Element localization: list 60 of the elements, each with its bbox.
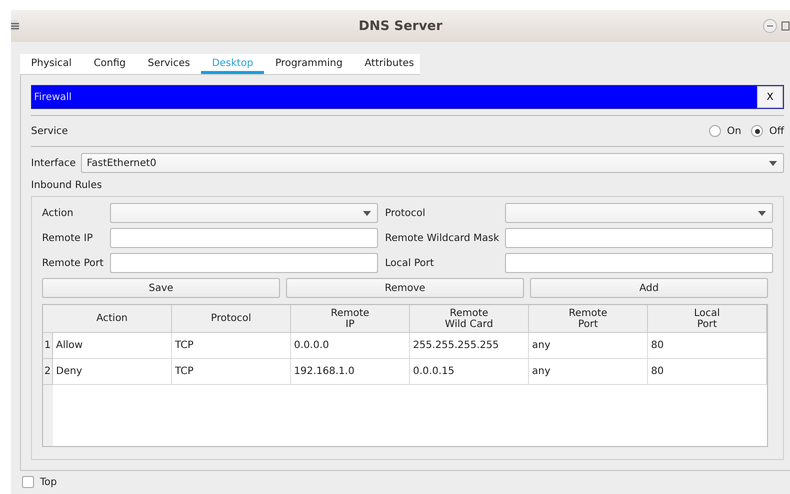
checkbox-label[interactable]: Top — [40, 476, 57, 488]
table-cell: Deny — [53, 359, 172, 385]
dropdown[interactable] — [110, 203, 378, 223]
column-header: Action — [53, 305, 172, 333]
radio-label[interactable]: On — [727, 126, 742, 136]
table-cell: Allow — [53, 333, 172, 359]
caret-icon — [758, 210, 766, 216]
table-cell: any — [529, 333, 648, 359]
caret-icon — [769, 160, 777, 166]
header-corner — [43, 305, 53, 333]
caret-icon — [363, 210, 371, 216]
window-controls-icon[interactable] — [762, 19, 790, 33]
radio-button[interactable] — [709, 125, 722, 137]
table-cell: any — [529, 359, 648, 385]
column-header: Remote IP — [291, 305, 410, 333]
input-field[interactable] — [505, 228, 773, 248]
dropdown[interactable] — [505, 203, 773, 223]
input-field[interactable] — [505, 253, 773, 273]
field-label: Remote Port — [42, 258, 105, 268]
table-cell: 0.0.0.0 — [291, 333, 410, 359]
field-label: Action — [42, 208, 74, 218]
table-cell: 192.168.1.0 — [291, 359, 410, 385]
section-label: Inbound Rules — [31, 180, 103, 191]
tab[interactable]: Programming — [264, 54, 354, 74]
field-label: Remote IP — [42, 232, 94, 244]
row-number: 1 — [43, 333, 53, 359]
column-header: Remote Port — [529, 305, 648, 333]
column-header: Remote Wild Card — [410, 305, 529, 333]
input-field[interactable] — [110, 253, 378, 273]
window-title: DNS Server — [358, 18, 442, 34]
app-title: Firewall — [33, 92, 72, 102]
tab[interactable]: Attributes — [354, 54, 425, 74]
table-cell: 255.255.255.255 — [410, 333, 529, 359]
row-header-strip — [43, 385, 53, 446]
interface-dropdown[interactable]: FastEthernet0 — [80, 153, 784, 173]
table-cell: TCP — [172, 333, 291, 359]
column-header: Protocol — [172, 305, 291, 333]
close-button[interactable]: X — [757, 86, 783, 108]
radio-button[interactable] — [751, 125, 764, 137]
table-cell: 80 — [648, 333, 767, 359]
action-button[interactable]: Save — [42, 278, 280, 298]
column-header: Local Port — [648, 305, 767, 333]
action-button[interactable]: Add — [530, 278, 768, 298]
checkbox[interactable] — [22, 476, 34, 488]
tab[interactable]: Config — [82, 54, 137, 74]
tab[interactable]: Physical — [20, 54, 83, 74]
action-button[interactable]: Remove — [286, 278, 524, 298]
interface-label: Interface — [31, 158, 76, 168]
row-number: 2 — [43, 359, 53, 385]
menu-icon[interactable] — [11, 20, 23, 32]
field-label: Local Port — [384, 258, 435, 268]
service-label: Service — [31, 126, 68, 136]
input-field[interactable] — [110, 228, 378, 248]
table-cell: 0.0.0.15 — [410, 359, 529, 385]
tab[interactable]: Services — [136, 54, 201, 74]
table-cell: 80 — [648, 359, 767, 385]
field-label: Protocol — [384, 208, 426, 218]
radio-label[interactable]: Off — [769, 126, 784, 136]
field-label: Remote Wildcard Mask — [384, 232, 500, 244]
table-cell: TCP — [172, 359, 291, 385]
